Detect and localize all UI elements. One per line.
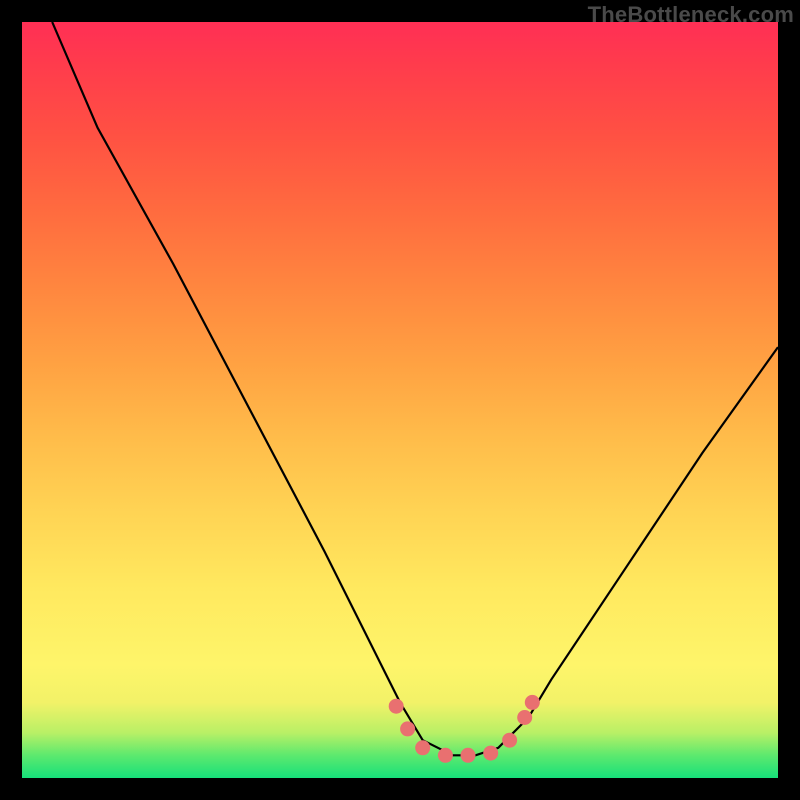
curve-marker [483, 746, 498, 761]
curve-marker [525, 695, 540, 710]
plot-area [22, 22, 778, 778]
curve-marker [415, 740, 430, 755]
curve-marker [400, 721, 415, 736]
curve-marker [502, 733, 517, 748]
bottleneck-curve [22, 22, 778, 778]
curve-marker [389, 699, 404, 714]
curve-marker [517, 710, 532, 725]
watermark-text: TheBottleneck.com [588, 2, 794, 28]
curve-marker [438, 748, 453, 763]
chart-frame: TheBottleneck.com [0, 0, 800, 800]
curve-line [52, 22, 778, 755]
curve-marker [461, 748, 476, 763]
